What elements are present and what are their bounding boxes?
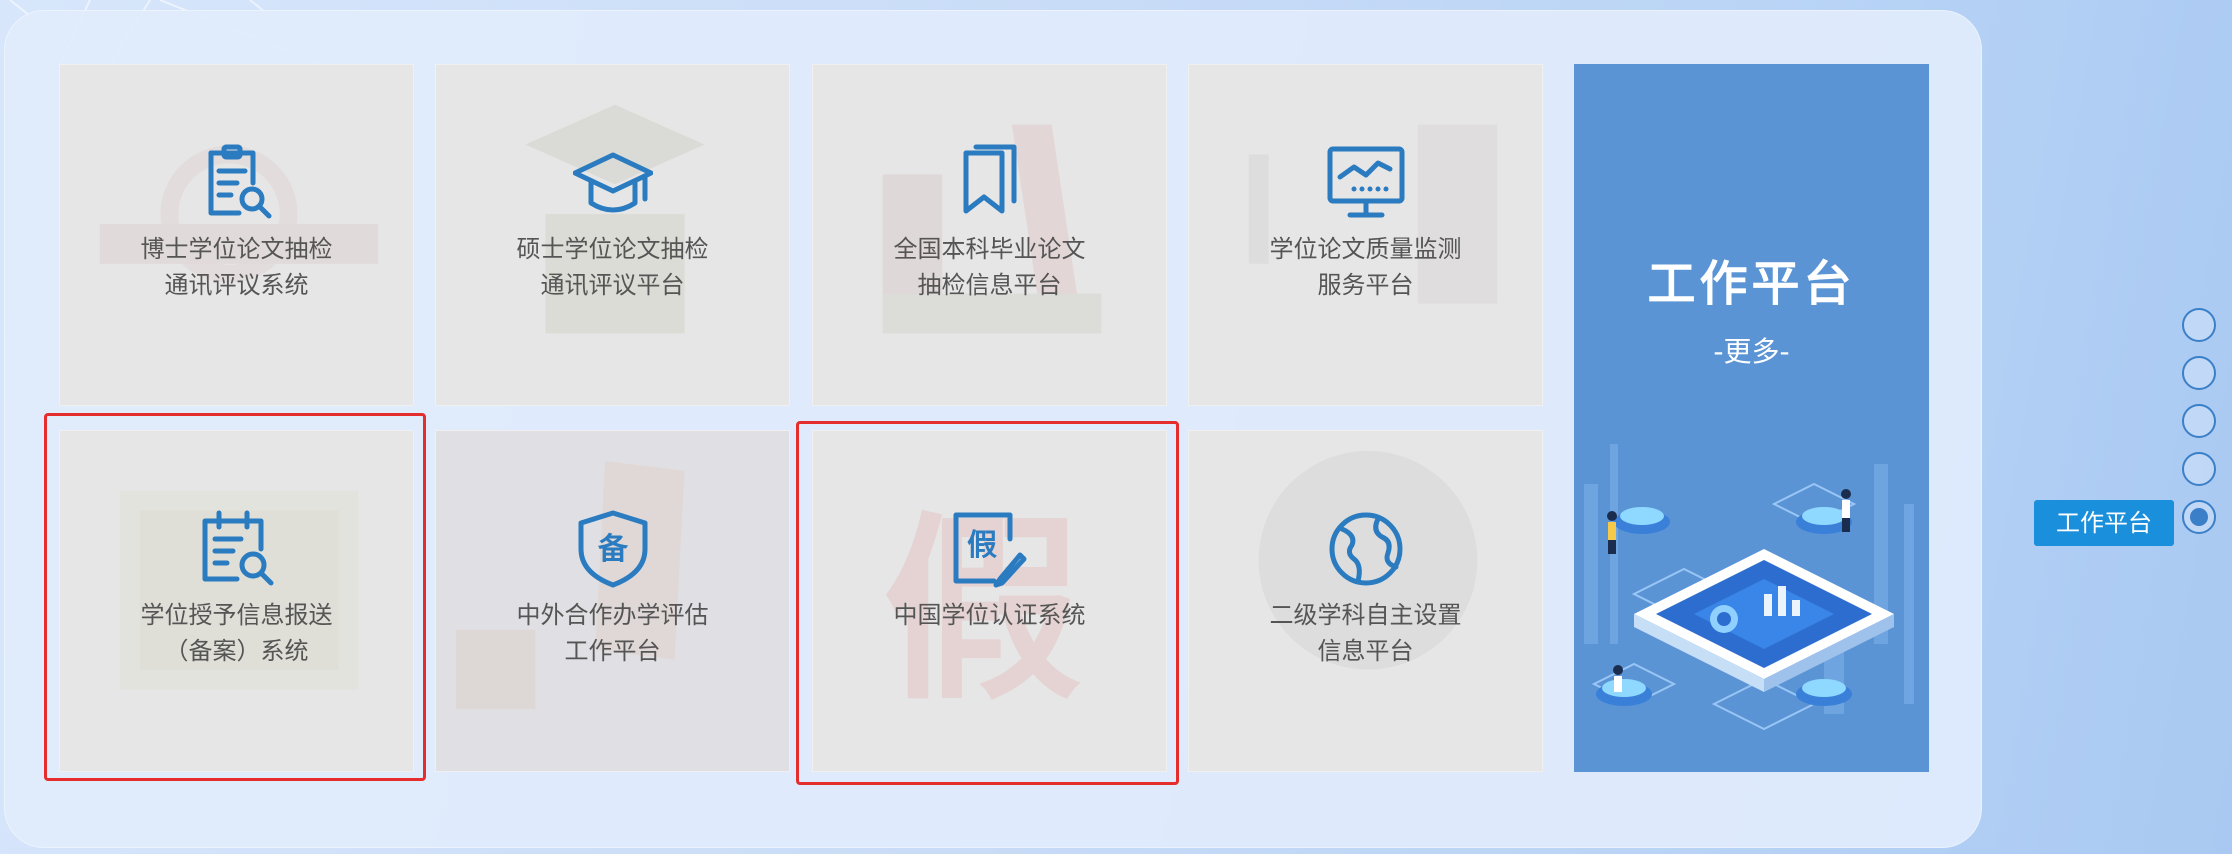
side-nav-dot[interactable] <box>2182 308 2216 342</box>
tile-label-line1: 博士学位论文抽检 <box>140 235 333 263</box>
tile-label-line2: 信息平台 <box>1317 637 1414 665</box>
side-nav-dot-active[interactable] <box>2182 500 2216 534</box>
tile-master-thesis-review[interactable]: 硕士学位论文抽检 通讯评议平台 <box>435 64 790 406</box>
globe-icon <box>1329 512 1402 586</box>
tile-label-line1: 中外合作办学评估 <box>516 601 709 629</box>
tile-china-degree-certification[interactable]: 假 假 中国学位认证系统 <box>812 430 1167 772</box>
fake-edit-icon: 假 <box>953 512 1026 588</box>
tile-label-line1: 学位论文质量监测 <box>1269 235 1462 263</box>
tile-doctoral-thesis-review[interactable]: 博士学位论文抽检 通讯评议系统 <box>59 64 414 406</box>
graduation-cap-icon <box>572 152 653 213</box>
side-nav-tooltip: 工作平台 <box>2034 500 2174 546</box>
tile-label-line1: 学位授予信息报送 <box>140 601 333 629</box>
side-dot-navigation <box>2182 308 2222 548</box>
tile-secondary-discipline-platform[interactable]: 二级学科自主设置 信息平台 <box>1188 430 1543 772</box>
tile-label: 学位授予信息报送 （备案）系统 <box>60 597 413 669</box>
side-nav-dot[interactable] <box>2182 404 2216 438</box>
tile-label-line1: 中国学位认证系统 <box>893 601 1086 629</box>
tile-label: 中国学位认证系统 <box>813 597 1166 633</box>
tile-label: 硕士学位论文抽检 通讯评议平台 <box>436 231 789 303</box>
monitor-chart-icon <box>1327 146 1404 218</box>
tile-sino-foreign-evaluation[interactable]: 备 中外合作办学评估 工作平台 <box>435 430 790 772</box>
tile-label-line1: 全国本科毕业论文 <box>893 235 1086 263</box>
bookmark-icon <box>963 144 1016 214</box>
tile-thesis-quality-monitoring[interactable]: 学位论文质量监测 服务平台 <box>1188 64 1543 406</box>
tile-label-line2: 服务平台 <box>1317 271 1414 299</box>
shield-badge-icon: 备 <box>578 510 647 588</box>
work-platform-card[interactable]: 工作平台 -更多- <box>1574 64 1929 772</box>
tile-undergrad-thesis-platform[interactable]: 全国本科毕业论文 抽检信息平台 <box>812 64 1167 406</box>
more-link[interactable]: -更多- <box>1574 330 1929 370</box>
tile-label: 全国本科毕业论文 抽检信息平台 <box>813 231 1166 303</box>
tile-label-line2: 通讯评议系统 <box>164 271 309 299</box>
tile-label-line1: 二级学科自主设置 <box>1269 601 1462 629</box>
tile-label: 二级学科自主设置 信息平台 <box>1189 597 1542 669</box>
tile-label-line2: （备案）系统 <box>164 637 309 665</box>
shield-badge-text: 备 <box>598 532 629 567</box>
tile-label: 中外合作办学评估 工作平台 <box>436 597 789 669</box>
feature-title: 工作平台 <box>1647 256 1856 312</box>
tile-label-line2: 抽检信息平台 <box>917 271 1062 299</box>
tile-degree-info-reporting[interactable]: 学位授予信息报送 （备案）系统 <box>59 430 414 772</box>
tile-label-line2: 通讯评议平台 <box>540 271 685 299</box>
document-search-icon <box>208 144 271 219</box>
tile-label: 学位论文质量监测 服务平台 <box>1189 231 1542 303</box>
side-nav-dot[interactable] <box>2182 452 2216 486</box>
side-nav-dot[interactable] <box>2182 356 2216 390</box>
tile-label-line2: 工作平台 <box>564 637 661 665</box>
tile-label-line1: 硕士学位论文抽检 <box>516 235 709 263</box>
calendar-search-icon <box>202 510 273 586</box>
tile-label: 博士学位论文抽检 通讯评议系统 <box>60 231 413 303</box>
fake-badge-text: 假 <box>967 528 997 563</box>
isometric-illustration <box>1584 444 1914 731</box>
